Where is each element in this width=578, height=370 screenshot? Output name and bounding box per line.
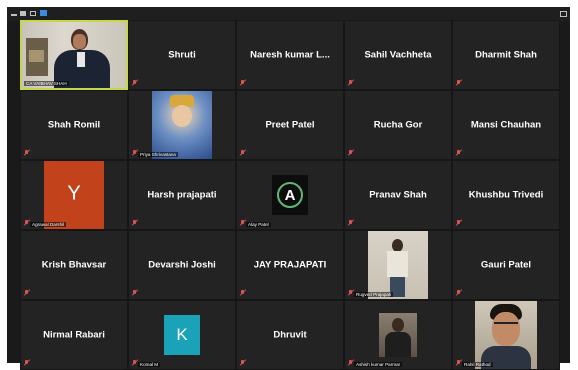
participant-name: Gauri Patel — [480, 259, 532, 271]
avatar: Y — [44, 161, 104, 229]
mic-muted-icon — [348, 290, 353, 296]
mic-muted-icon — [456, 360, 461, 366]
fullscreen-icon[interactable] — [20, 11, 26, 16]
mic-muted-icon — [132, 290, 137, 296]
participant-video — [22, 22, 126, 88]
mic-muted-icon — [132, 80, 137, 86]
participant-tile[interactable]: Ashish kumar Parmar — [344, 300, 452, 370]
participant-tile[interactable]: JAY PRAJAPATI — [236, 230, 344, 300]
mic-muted-icon — [348, 220, 353, 226]
mic-muted-icon — [24, 220, 29, 226]
mic-muted-icon — [24, 150, 29, 156]
mic-muted-icon — [132, 150, 137, 156]
gallery-view-icon[interactable] — [40, 10, 47, 16]
mic-muted-icon — [348, 360, 353, 366]
participant-tile[interactable]: Naresh kumar L... — [236, 20, 344, 90]
participant-name: Mansi Chauhan — [470, 119, 542, 131]
participant-name: Dharmit Shah — [475, 49, 537, 61]
participant-video — [475, 301, 537, 369]
participant-tile[interactable]: Krish Bhavsar — [20, 230, 128, 300]
participant-name: Naresh kumar L... — [250, 49, 330, 61]
participant-caption: Rahil Rathod — [462, 362, 493, 367]
participant-tile[interactable]: CA VAIBHAV SHAH — [20, 20, 128, 90]
participant-tile[interactable]: K Komal M — [128, 300, 236, 370]
participant-name: Devarshi Joshi — [148, 259, 216, 271]
participant-caption: Agrawal Darshil — [30, 222, 67, 227]
mic-muted-icon — [456, 150, 461, 156]
participant-tile[interactable]: Dhruvit — [236, 300, 344, 370]
participant-caption: Rugved Prajapati — [354, 292, 394, 297]
profile-photo — [379, 313, 417, 357]
participant-tile[interactable]: Harsh prajapati — [128, 160, 236, 230]
participant-gallery: CA VAIBHAV SHAH Shruti Naresh kumar L...… — [20, 20, 560, 370]
profile-logo: A — [272, 175, 308, 215]
participant-name: Shruti — [168, 49, 196, 61]
participant-caption: Priya Shrivastava — [138, 152, 178, 157]
mic-muted-icon — [240, 80, 245, 86]
participant-tile[interactable]: Preet Patel — [236, 90, 344, 160]
participant-name: Shah Romil — [47, 119, 101, 131]
participant-tile[interactable]: Gauri Patel — [452, 230, 560, 300]
participant-tile[interactable]: Y Agrawal Darshil — [20, 160, 128, 230]
participant-name: Krish Bhavsar — [41, 259, 107, 271]
participant-tile[interactable]: Sahil Vachheta — [344, 20, 452, 90]
participant-tile[interactable]: Shruti — [128, 20, 236, 90]
mic-muted-icon — [456, 290, 461, 296]
participant-caption: Alay Patel — [246, 222, 271, 227]
participant-tile[interactable]: Khushbu Trivedi — [452, 160, 560, 230]
participant-tile[interactable]: Dharmit Shah — [452, 20, 560, 90]
mic-muted-icon — [24, 290, 29, 296]
mic-muted-icon — [24, 360, 29, 366]
participant-tile[interactable]: Rahil Rathod — [452, 300, 560, 370]
participant-name: Harsh prajapati — [147, 189, 217, 201]
mic-muted-icon — [240, 360, 245, 366]
exit-fullscreen-icon[interactable] — [560, 11, 567, 17]
mic-muted-icon — [348, 80, 353, 86]
mic-muted-icon — [240, 290, 245, 296]
participant-tile[interactable]: Nirmal Rabari — [20, 300, 128, 370]
logo-letter: A — [277, 182, 303, 208]
mic-muted-icon — [132, 220, 137, 226]
participant-caption: CA VAIBHAV SHAH — [24, 81, 69, 86]
participant-tile[interactable]: Rucha Gor — [344, 90, 452, 160]
participant-name: Sahil Vachheta — [364, 49, 432, 61]
participant-name: JAY PRAJAPATI — [253, 259, 327, 271]
mic-muted-icon — [132, 360, 137, 366]
minimize-icon[interactable] — [11, 14, 17, 16]
mic-muted-icon — [240, 150, 245, 156]
participant-tile[interactable]: Devarshi Joshi — [128, 230, 236, 300]
participant-tile[interactable]: Priya Shrivastava — [128, 90, 236, 160]
avatar-letter: K — [176, 325, 188, 344]
mic-muted-icon — [348, 150, 353, 156]
avatar: K — [164, 315, 200, 355]
participant-tile[interactable]: A Alay Patel — [236, 160, 344, 230]
participant-name: Rucha Gor — [373, 119, 423, 131]
participant-name: Pranav Shah — [369, 189, 427, 201]
window-toolbar — [7, 7, 570, 21]
participant-name: Preet Patel — [265, 119, 315, 131]
participant-tile[interactable]: Shah Romil — [20, 90, 128, 160]
participant-caption: Ashish kumar Parmar — [354, 362, 403, 367]
participant-caption: Komal M — [138, 362, 161, 367]
participant-name: Dhruvit — [273, 329, 307, 341]
speaker-view-icon[interactable] — [30, 11, 36, 16]
participant-tile[interactable]: Rugved Prajapati — [344, 230, 452, 300]
participant-name: Nirmal Rabari — [43, 329, 105, 341]
avatar-letter: Y — [67, 182, 81, 205]
participant-tile[interactable]: Mansi Chauhan — [452, 90, 560, 160]
mic-muted-icon — [456, 80, 461, 86]
mic-muted-icon — [456, 220, 461, 226]
participant-name: Khushbu Trivedi — [468, 189, 544, 201]
participant-tile[interactable]: Pranav Shah — [344, 160, 452, 230]
mic-muted-icon — [240, 220, 245, 226]
profile-photo — [152, 91, 212, 159]
profile-photo — [368, 231, 428, 299]
